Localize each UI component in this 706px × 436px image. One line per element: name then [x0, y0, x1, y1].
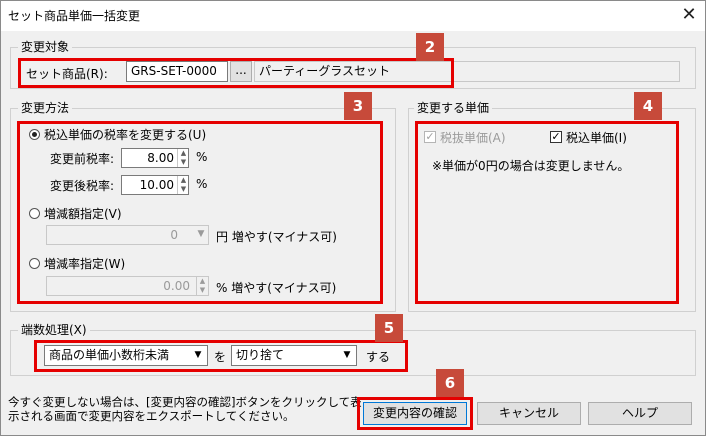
price-group-label: 変更する単価 [414, 101, 493, 115]
highlight-frame-4 [415, 121, 679, 304]
callout-badge-5: 5 [375, 314, 403, 342]
help-button[interactable]: ヘルプ [588, 402, 692, 425]
cancel-button[interactable]: キャンセル [477, 402, 581, 425]
hint-line-2: 示される画面で変更内容をエクスポートしてください。 [8, 409, 295, 423]
callout-badge-6: 6 [436, 369, 464, 397]
callout-badge-2: 2 [416, 33, 444, 61]
callout-badge-4: 4 [634, 92, 662, 120]
close-icon[interactable]: ✕ [676, 2, 702, 28]
method-group-label: 変更方法 [18, 101, 73, 115]
highlight-frame-2 [18, 58, 454, 88]
rounding-group-label: 端数処理(X) [18, 323, 90, 337]
dialog-title: セット商品単価一括変更 [8, 9, 141, 23]
highlight-frame-6 [357, 397, 473, 430]
highlight-frame-3 [17, 121, 383, 304]
target-group-label: 変更対象 [18, 40, 73, 54]
highlight-frame-5 [34, 340, 408, 372]
callout-badge-3: 3 [344, 92, 372, 120]
